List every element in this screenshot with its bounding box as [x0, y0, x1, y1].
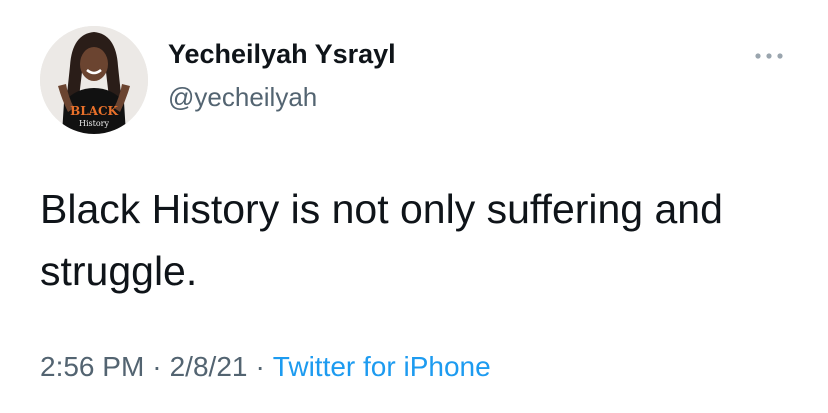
avatar-shirt-subtext: History: [79, 119, 109, 128]
author-handle[interactable]: @yecheilyah: [168, 82, 317, 113]
avatar-photo: BLACK History: [40, 26, 148, 134]
meta-separator: ·: [152, 351, 162, 382]
tweet-text: Black History is not only suffering and …: [40, 186, 723, 294]
tweet-card: BLACK History Yecheilyah Ysrayl @yecheil…: [0, 0, 828, 413]
meta-separator: ·: [255, 351, 265, 382]
avatar[interactable]: BLACK History: [40, 26, 148, 134]
more-options-button[interactable]: [752, 48, 786, 64]
author-display-name[interactable]: Yecheilyah Ysrayl: [168, 39, 396, 70]
tweet-source-link[interactable]: Twitter for iPhone: [273, 351, 491, 382]
tweet-metadata: 2:56 PM · 2/8/21 · Twitter for iPhone: [40, 351, 491, 383]
tweet-date[interactable]: 2/8/21: [170, 351, 248, 382]
tweet-time[interactable]: 2:56 PM: [40, 351, 144, 382]
avatar-shirt-text: BLACK: [70, 104, 118, 118]
more-horizontal-icon: [755, 53, 783, 59]
